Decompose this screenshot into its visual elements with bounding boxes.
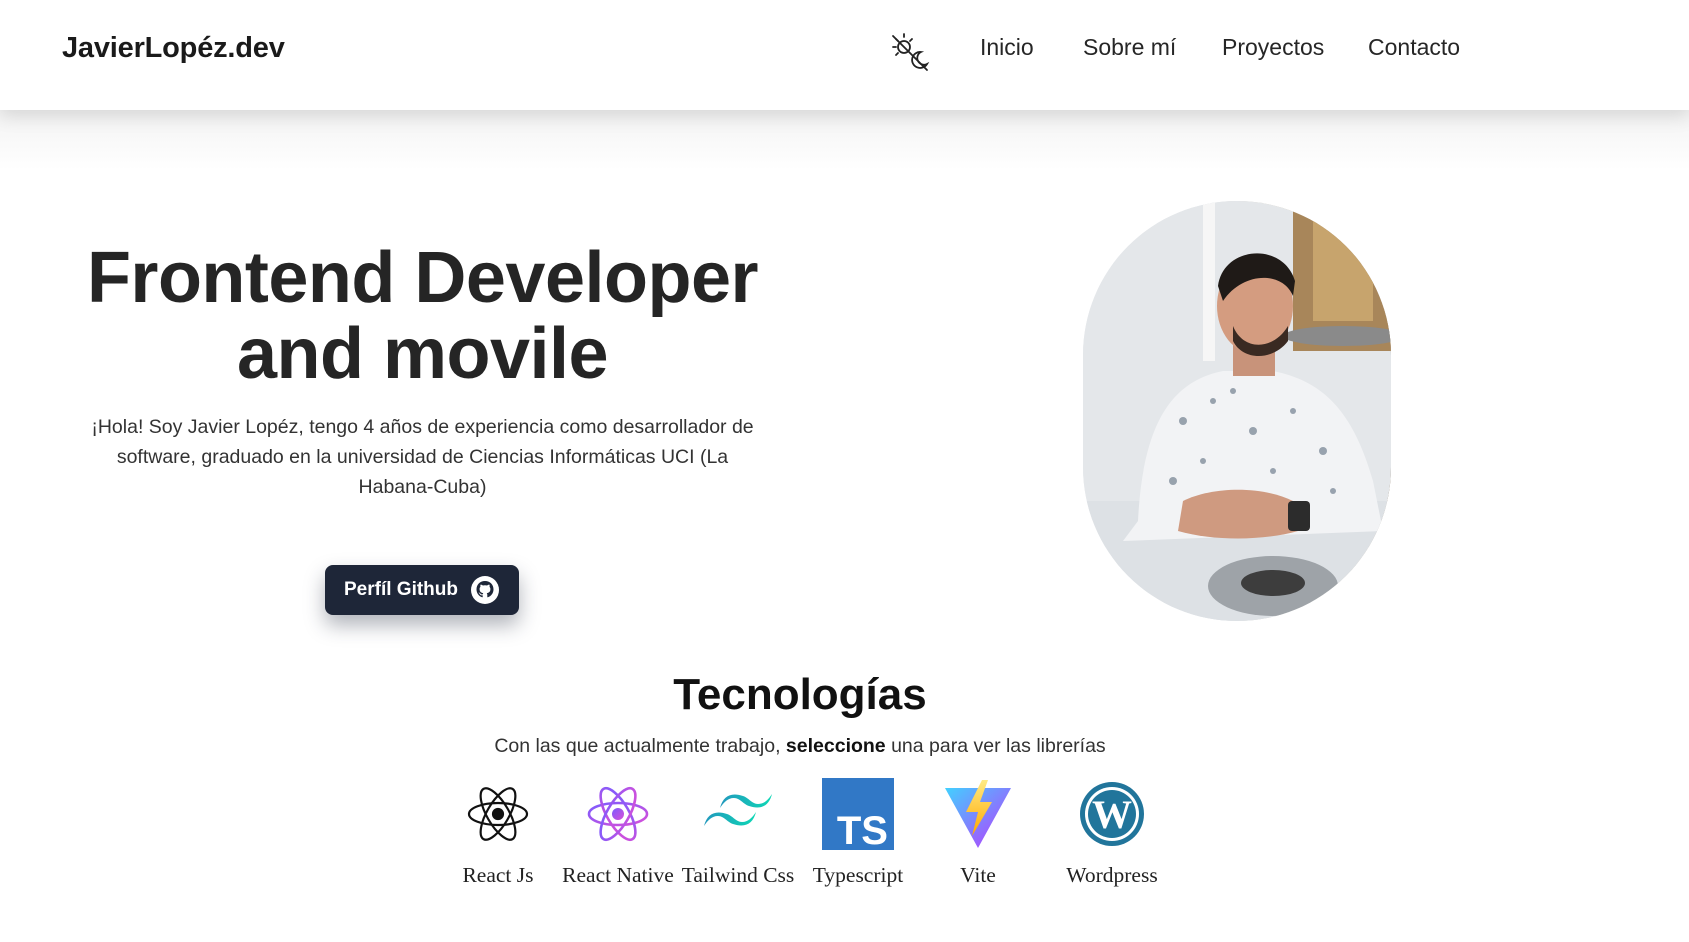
react-native-icon (582, 778, 654, 850)
tech-item-typescript[interactable]: TS Typescript (798, 778, 918, 890)
technologies-title: Tecnologías (673, 670, 927, 719)
tech-item-vite[interactable]: Vite (918, 778, 1038, 890)
github-profile-button[interactable]: Perfíl Github (325, 565, 519, 615)
nav-link-sobre-mi[interactable]: Sobre mí (1083, 34, 1176, 61)
hero-description: ¡Hola! Soy Javier Lopéz, tengo 4 años de… (91, 416, 754, 498)
tech-label: React Native (562, 863, 674, 887)
wordpress-icon: W (1076, 778, 1148, 850)
github-icon (470, 575, 500, 605)
profile-photo (1083, 201, 1391, 621)
tech-label: Vite (960, 863, 996, 887)
hero-title: Frontend Developer and movile (40, 240, 805, 392)
subtitle-suffix: una para ver las librerías (885, 735, 1106, 757)
site-logo[interactable]: JavierLopéz.dev (62, 32, 285, 65)
tech-item-wordpress[interactable]: W Wordpress (1052, 778, 1172, 890)
svg-text:W: W (1092, 792, 1132, 837)
technologies-subtitle: Con las que actualmente trabajo, selecci… (0, 735, 1600, 758)
header-shadow-fade (0, 110, 1689, 170)
react-icon (462, 778, 534, 850)
hero-title-line2: and movile (236, 314, 609, 394)
tech-label: Wordpress (1066, 863, 1158, 887)
site-header: JavierLopéz.dev Inicio Sobre mí Proyecto… (0, 0, 1689, 110)
subtitle-prefix: Con las que actualmente trabajo, (494, 735, 786, 757)
vite-icon (942, 778, 1014, 850)
nav-link-proyectos[interactable]: Proyectos (1222, 34, 1324, 61)
svg-text:TS: TS (837, 809, 888, 850)
subtitle-bold: seleccione (785, 735, 886, 757)
tech-item-tailwind-css[interactable]: Tailwind Css (678, 778, 798, 890)
tech-item-react-native[interactable]: React Native (558, 778, 678, 890)
tailwind-icon (702, 778, 774, 850)
tech-label: Tailwind Css (681, 863, 795, 887)
hero-title-line1: Frontend Developer (86, 238, 759, 318)
nav-link-contacto[interactable]: Contacto (1368, 34, 1460, 61)
nav-link-inicio[interactable]: Inicio (980, 34, 1034, 61)
tech-label: Typescript (812, 863, 904, 887)
github-button-label: Perfíl Github (344, 579, 458, 600)
theme-toggle-icon[interactable] (888, 30, 932, 74)
typescript-icon: TS (822, 778, 894, 853)
tech-item-react-js[interactable]: React Js (438, 778, 558, 890)
tech-label: React Js (462, 863, 534, 887)
